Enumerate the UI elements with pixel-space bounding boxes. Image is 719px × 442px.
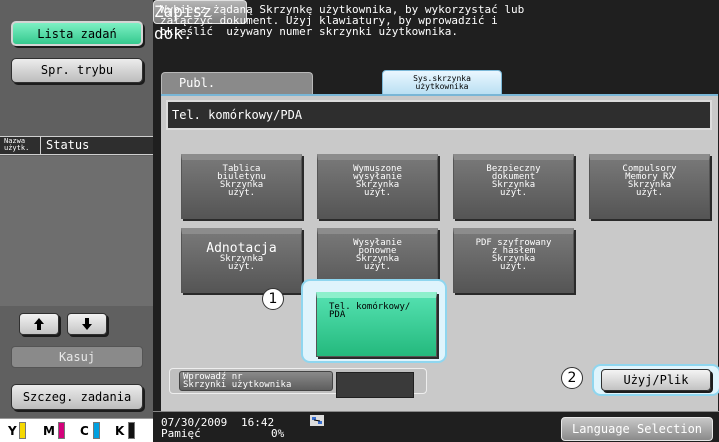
job-list-area	[0, 156, 153, 306]
box-polling-tx[interactable]: Wymuszone wysyłanie Skrzynka użyt.	[317, 154, 438, 219]
scroll-down-button[interactable]	[67, 313, 107, 335]
use-file-button[interactable]: Użyj/Plik	[601, 369, 711, 391]
tab-system-user-box[interactable]: Sys.skrzynka użytkownika	[382, 70, 502, 96]
box-label: Tel. komórkowy/ PDA	[329, 302, 411, 320]
toner-swatch-k	[128, 422, 135, 439]
arrow-up-icon	[34, 318, 44, 330]
box-compulsory-memory-rx[interactable]: Compulsory Memory RX Skrzynka użyt.	[589, 154, 710, 219]
main-panel: Wybierz żądaną Skrzynkę użytkownika, by …	[153, 0, 719, 442]
toner-level-indicator: Y M C K	[0, 418, 153, 442]
scroll-up-button[interactable]	[19, 313, 59, 335]
column-divider	[40, 137, 41, 154]
category-title: Tel. komórkowy/PDA	[166, 100, 712, 130]
delete-button[interactable]: Kasuj	[11, 346, 143, 368]
box-bulletin-board[interactable]: Tablica biuletynu Skrzynka użyt.	[181, 154, 302, 219]
box-label: PDF szyfrowany z hasłem Skrzynka użyt.	[475, 238, 552, 272]
box-mobile-pda[interactable]: Tel. komórkowy/ PDA	[316, 292, 437, 357]
job-details-button[interactable]: Szczeg. zadania	[11, 384, 143, 410]
enter-box-number-button[interactable]: Wprowadź nr Skrzynki użytkownika	[179, 371, 333, 391]
box-label: Bezpieczny dokument Skrzynka użyt.	[486, 164, 541, 198]
box-label: Adnotacja	[206, 241, 277, 256]
tab-public[interactable]: Publ.	[161, 72, 313, 94]
instruction-message: Wybierz żądaną Skrzynkę użytkownika, by …	[160, 3, 525, 38]
status-column-label: Status	[46, 138, 90, 152]
toner-swatch-c	[93, 422, 100, 439]
box-label: Tablica biuletynu Skrzynka użyt.	[217, 164, 266, 198]
left-panel: Lista zadań Spr. trybu Nazwa użytk. Stat…	[0, 0, 153, 442]
memory-label: Pamięć	[161, 427, 201, 440]
callout-number-2: 2	[561, 367, 583, 389]
box-selection-area: Tel. komórkowy/PDA Tablica biuletynu Skr…	[161, 94, 719, 442]
box-secure-document[interactable]: Bezpieczny dokument Skrzynka użyt.	[453, 154, 574, 219]
box-number-field[interactable]	[336, 372, 414, 398]
toner-swatch-y	[19, 422, 26, 439]
language-selection-button[interactable]: Language Selection	[561, 417, 713, 441]
time-display: 16:42	[241, 416, 275, 429]
user-name-column-label: Nazwa użytk.	[4, 137, 30, 152]
job-status-header: Nazwa użytk. Status	[0, 136, 153, 155]
toner-swatch-m	[58, 422, 65, 439]
job-list-button[interactable]: Lista zadań	[11, 21, 143, 46]
mode-check-button[interactable]: Spr. trybu	[11, 58, 143, 83]
arrow-down-icon	[82, 318, 92, 330]
box-sublabel: Skrzynka użyt.	[219, 254, 264, 272]
toner-letter-k: K	[115, 424, 125, 438]
network-status-icon	[310, 415, 324, 426]
toner-letter-c: C	[80, 424, 89, 438]
box-annotation[interactable]: Adnotacja Skrzynka użyt.	[181, 228, 302, 293]
box-label: Wymuszone wysyłanie Skrzynka użyt.	[353, 164, 402, 198]
box-label: Compulsory Memory RX Skrzynka użyt.	[622, 164, 677, 198]
box-encrypted-pdf[interactable]: PDF szyfrowany z hasłem Skrzynka użyt.	[453, 228, 574, 293]
toner-letter-y: Y	[8, 424, 17, 438]
box-label: Wysyłanie ponowne Skrzynka użyt.	[353, 238, 402, 272]
status-footer: 07/30/2009 16:42 Pamięć 0% Language Sele…	[153, 411, 719, 442]
callout-number-1: 1	[262, 288, 284, 310]
toner-letter-m: M	[43, 424, 55, 438]
memory-value: 0%	[271, 427, 285, 440]
